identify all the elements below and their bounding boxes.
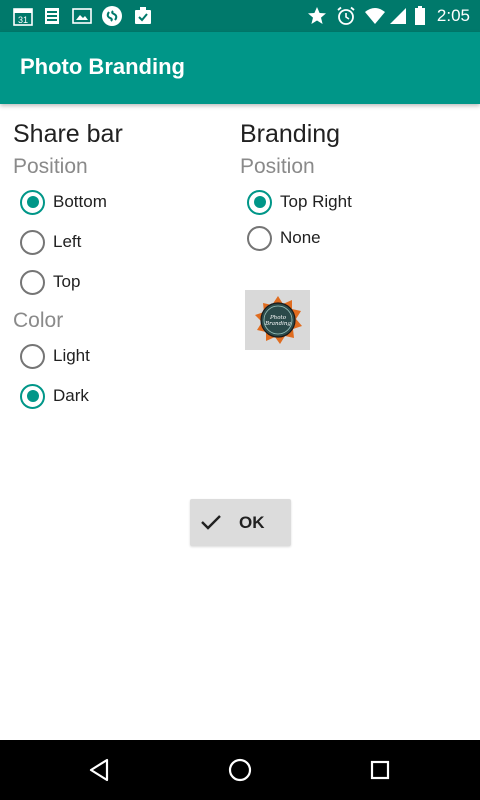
branding-heading: Branding — [240, 120, 341, 148]
share-bar-position-top-radio[interactable]: Top — [20, 267, 80, 297]
wifi-icon — [364, 7, 386, 25]
radio-circle[interactable] — [20, 229, 45, 255]
back-icon[interactable] — [85, 755, 115, 785]
clock: 2:05 — [436, 6, 470, 25]
task-icon — [133, 7, 153, 25]
app-bar: Photo Branding — [0, 32, 480, 104]
radio-label: Dark — [53, 386, 89, 405]
share-bar-color-dark-radio[interactable]: Dark — [20, 381, 89, 411]
ok-button[interactable]: OK — [190, 499, 291, 546]
share-bar-position-label: Position — [13, 155, 88, 178]
share-bar-position-bottom-radio[interactable]: Bottom — [20, 187, 107, 217]
home-icon[interactable] — [225, 755, 255, 785]
share-bar-position-left-radio[interactable]: Left — [20, 227, 81, 257]
radio-label: Left — [53, 232, 82, 251]
shazam-icon — [101, 6, 123, 26]
radio-label: Bottom — [53, 192, 107, 211]
svg-text:Branding: Branding — [264, 321, 291, 327]
sheets-icon — [44, 7, 60, 25]
radio-label: Light — [53, 346, 90, 365]
radio-circle[interactable] — [20, 383, 45, 409]
navigation-bar — [0, 740, 480, 800]
status-bar: 31 2:05 — [0, 0, 480, 32]
star-icon — [307, 7, 327, 25]
branding-position-label: Position — [240, 155, 315, 178]
checkmark-icon — [200, 511, 222, 538]
radio-circle[interactable] — [247, 225, 272, 251]
photos-icon — [72, 7, 92, 25]
branding-logo-thumbnail[interactable]: Photo Branding — [245, 290, 310, 350]
radio-circle[interactable] — [20, 269, 45, 295]
calendar-day: 31 — [18, 15, 28, 25]
recents-icon[interactable] — [365, 755, 395, 785]
branding-logo-image: Photo Branding — [254, 296, 302, 344]
radio-circle[interactable] — [247, 189, 272, 215]
app-title: Photo Branding — [20, 54, 185, 79]
radio-label: Top — [53, 272, 81, 291]
radio-circle[interactable] — [20, 189, 45, 215]
radio-circle[interactable] — [20, 343, 45, 369]
share-bar-color-light-radio[interactable]: Light — [20, 341, 90, 371]
ok-button-label: OK — [239, 513, 265, 532]
branding-position-top-right-radio[interactable]: Top Right — [247, 187, 352, 217]
share-bar-heading: Share bar — [13, 120, 123, 148]
share-bar-color-label: Color — [13, 309, 64, 332]
signal-icon — [389, 7, 407, 25]
radio-label: None — [280, 228, 321, 247]
radio-label: Top Right — [280, 192, 352, 211]
branding-position-none-radio[interactable]: None — [247, 223, 321, 253]
calendar-icon: 31 — [13, 7, 33, 26]
alarm-icon — [336, 6, 356, 25]
battery-icon — [414, 6, 426, 25]
